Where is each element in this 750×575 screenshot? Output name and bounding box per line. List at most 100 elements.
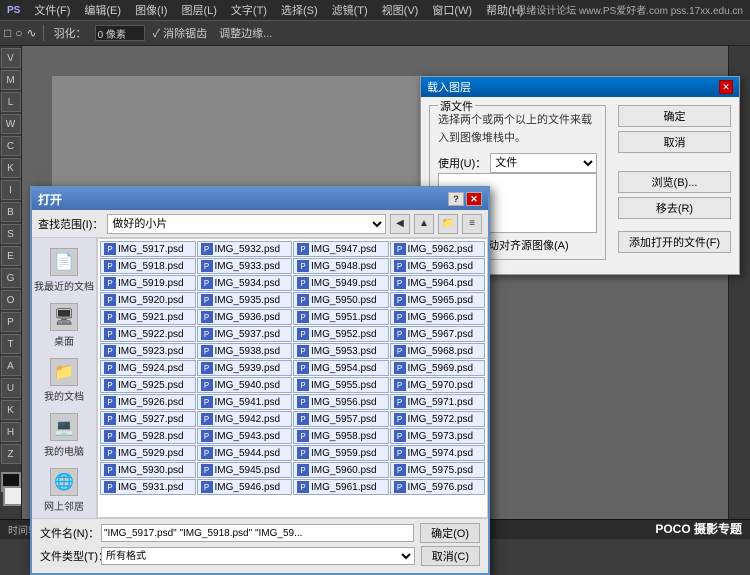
- tool-lasso[interactable]: L: [1, 92, 21, 112]
- dialog-open-close-btn[interactable]: ✕: [466, 192, 482, 206]
- menu-text[interactable]: 文字(T): [228, 2, 270, 18]
- file-item[interactable]: PIMG_5917.psd: [100, 241, 196, 257]
- tool-eraser[interactable]: E: [1, 246, 21, 266]
- sidebar-recent[interactable]: 📄 我最近的文档: [32, 244, 96, 297]
- nav-back-btn[interactable]: ◀: [390, 214, 410, 234]
- tool-select-rect[interactable]: M: [1, 70, 21, 90]
- tool-zoom[interactable]: Z: [1, 444, 21, 464]
- tool-slice[interactable]: K: [1, 158, 21, 178]
- menu-view[interactable]: 视图(V): [379, 2, 422, 18]
- open-cancel-btn[interactable]: 取消(C): [421, 546, 480, 566]
- file-item[interactable]: PIMG_5930.psd: [100, 462, 196, 478]
- file-item[interactable]: PIMG_5958.psd: [293, 428, 389, 444]
- file-item[interactable]: PIMG_5966.psd: [390, 309, 486, 325]
- menu-window[interactable]: 窗口(W): [429, 2, 475, 18]
- menu-layer[interactable]: 图层(L): [178, 2, 219, 18]
- view-toggle-btn[interactable]: ≡: [462, 214, 482, 234]
- file-item[interactable]: PIMG_5920.psd: [100, 292, 196, 308]
- file-item[interactable]: PIMG_5961.psd: [293, 479, 389, 495]
- nav-up-btn[interactable]: ▲: [414, 214, 434, 234]
- tool-move[interactable]: V: [1, 48, 21, 68]
- nav-folder-btn[interactable]: 📁: [438, 214, 458, 234]
- file-item[interactable]: PIMG_5943.psd: [197, 428, 293, 444]
- file-item[interactable]: PIMG_5932.psd: [197, 241, 293, 257]
- file-item[interactable]: PIMG_5948.psd: [293, 258, 389, 274]
- tool-pen[interactable]: P: [1, 312, 21, 332]
- file-item[interactable]: PIMG_5973.psd: [390, 428, 486, 444]
- menu-edit[interactable]: 编辑(E): [81, 2, 124, 18]
- file-item[interactable]: PIMG_5933.psd: [197, 258, 293, 274]
- file-item[interactable]: PIMG_5923.psd: [100, 343, 196, 359]
- file-item[interactable]: PIMG_5953.psd: [293, 343, 389, 359]
- dialog-zairu-close[interactable]: ✕: [719, 80, 733, 94]
- feather-input[interactable]: [95, 25, 145, 41]
- location-select[interactable]: 做好的小片: [107, 214, 386, 234]
- file-item[interactable]: PIMG_5969.psd: [390, 360, 486, 376]
- file-item[interactable]: PIMG_5949.psd: [293, 275, 389, 291]
- tool-hand[interactable]: H: [1, 422, 21, 442]
- tool-bg-color[interactable]: [3, 486, 23, 506]
- file-item[interactable]: PIMG_5950.psd: [293, 292, 389, 308]
- file-item[interactable]: PIMG_5954.psd: [293, 360, 389, 376]
- tool-gradient[interactable]: G: [1, 268, 21, 288]
- sidebar-desktop[interactable]: 🖥 桌面: [32, 299, 96, 352]
- menu-image[interactable]: 图像(I): [132, 2, 170, 18]
- dialog-zairu-addopen-btn[interactable]: 添加打开的文件(F): [618, 231, 731, 253]
- file-item[interactable]: PIMG_5951.psd: [293, 309, 389, 325]
- file-item[interactable]: PIMG_5947.psd: [293, 241, 389, 257]
- file-item[interactable]: PIMG_5928.psd: [100, 428, 196, 444]
- file-item[interactable]: PIMG_5940.psd: [197, 377, 293, 393]
- file-item[interactable]: PIMG_5918.psd: [100, 258, 196, 274]
- file-item[interactable]: PIMG_5939.psd: [197, 360, 293, 376]
- file-item[interactable]: PIMG_5955.psd: [293, 377, 389, 393]
- tool-path-select[interactable]: A: [1, 356, 21, 376]
- file-item[interactable]: PIMG_5944.psd: [197, 445, 293, 461]
- file-item[interactable]: PIMG_5971.psd: [390, 394, 486, 410]
- file-item[interactable]: PIMG_5962.psd: [390, 241, 486, 257]
- file-item[interactable]: PIMG_5925.psd: [100, 377, 196, 393]
- file-item[interactable]: PIMG_5931.psd: [100, 479, 196, 495]
- dialog-zairu-ok-btn[interactable]: 确定: [618, 105, 731, 127]
- tool-crop[interactable]: C: [1, 136, 21, 156]
- file-item[interactable]: PIMG_5937.psd: [197, 326, 293, 342]
- file-item[interactable]: PIMG_5929.psd: [100, 445, 196, 461]
- file-item[interactable]: PIMG_5965.psd: [390, 292, 486, 308]
- file-item[interactable]: PIMG_5964.psd: [390, 275, 486, 291]
- tool-dodge[interactable]: O: [1, 290, 21, 310]
- file-item[interactable]: PIMG_5945.psd: [197, 462, 293, 478]
- file-item[interactable]: PIMG_5934.psd: [197, 275, 293, 291]
- file-item[interactable]: PIMG_5935.psd: [197, 292, 293, 308]
- dialog-open-help-btn[interactable]: ?: [448, 192, 464, 206]
- dialog-zairu-browse-btn[interactable]: 浏览(B)...: [618, 171, 731, 193]
- file-item[interactable]: PIMG_5956.psd: [293, 394, 389, 410]
- dialog-zairu-use-select[interactable]: 文件: [490, 153, 597, 173]
- file-item[interactable]: PIMG_5967.psd: [390, 326, 486, 342]
- filename-input[interactable]: [101, 524, 414, 542]
- file-item[interactable]: PIMG_5941.psd: [197, 394, 293, 410]
- file-item[interactable]: PIMG_5926.psd: [100, 394, 196, 410]
- file-item[interactable]: PIMG_5922.psd: [100, 326, 196, 342]
- file-item[interactable]: PIMG_5927.psd: [100, 411, 196, 427]
- tool-brush[interactable]: B: [1, 202, 21, 222]
- file-item[interactable]: PIMG_5963.psd: [390, 258, 486, 274]
- file-item[interactable]: PIMG_5946.psd: [197, 479, 293, 495]
- tool-eyedropper[interactable]: I: [1, 180, 21, 200]
- file-item[interactable]: PIMG_5959.psd: [293, 445, 389, 461]
- open-ok-btn[interactable]: 确定(O): [420, 523, 480, 543]
- file-item[interactable]: PIMG_5952.psd: [293, 326, 389, 342]
- tool-shape[interactable]: U: [1, 378, 21, 398]
- file-item[interactable]: PIMG_5924.psd: [100, 360, 196, 376]
- sidebar-mydocs[interactable]: 📁 我的文档: [32, 354, 96, 407]
- filetype-select[interactable]: 所有格式: [101, 547, 415, 565]
- file-item[interactable]: PIMG_5936.psd: [197, 309, 293, 325]
- file-item[interactable]: PIMG_5938.psd: [197, 343, 293, 359]
- menu-select[interactable]: 选择(S): [278, 2, 321, 18]
- refine-edge-btn[interactable]: 调整边缘...: [215, 23, 276, 43]
- anti-alias-check[interactable]: ✓ 消除锯齿: [149, 23, 212, 43]
- file-item[interactable]: PIMG_5976.psd: [390, 479, 486, 495]
- file-item[interactable]: PIMG_5942.psd: [197, 411, 293, 427]
- file-item[interactable]: PIMG_5960.psd: [293, 462, 389, 478]
- menu-file[interactable]: 文件(F): [31, 2, 73, 18]
- file-item[interactable]: PIMG_5974.psd: [390, 445, 486, 461]
- menu-filter[interactable]: 滤镜(T): [329, 2, 371, 18]
